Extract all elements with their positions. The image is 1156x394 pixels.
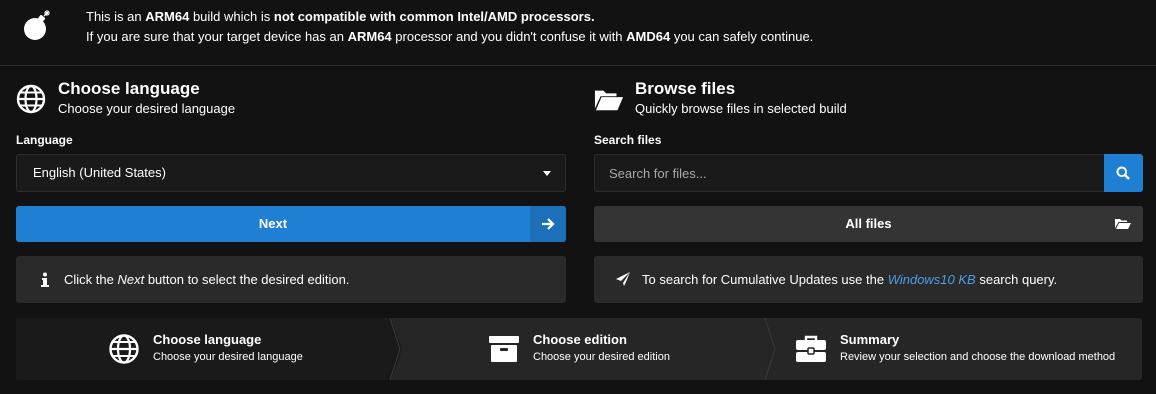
language-section: Choose language Choose your desired lang…	[16, 76, 566, 303]
arm64-warning-banner: This is an ARM64 build which is not comp…	[0, 0, 1156, 66]
warning-line-2: If you are sure that your target device …	[86, 29, 814, 44]
info-icon	[41, 272, 49, 287]
files-info-box: To search for Cumulative Updates use the…	[594, 256, 1143, 303]
step-subtitle: Choose your desired edition	[533, 351, 670, 363]
step-choose-language[interactable]: Choose language Choose your desired lang…	[16, 318, 402, 380]
language-select[interactable]: English (United States)	[16, 154, 566, 192]
search-files-label: Search files	[594, 133, 662, 147]
windows10-kb-link[interactable]: Windows10 KB	[888, 272, 976, 287]
step-summary[interactable]: Summary Review your selection and choose…	[766, 318, 1142, 380]
browse-files-subtitle: Quickly browse files in selected build	[635, 101, 847, 116]
files-info-text: To search for Cumulative Updates use the…	[642, 272, 1058, 287]
browse-files-title: Browse files	[635, 79, 736, 98]
next-button[interactable]: Next	[16, 206, 566, 242]
step-title: Summary	[840, 332, 900, 347]
step-title: Choose edition	[533, 332, 627, 347]
arrow-right-icon	[530, 206, 566, 242]
search-files-group	[594, 154, 1143, 192]
browse-files-section: Browse files Quickly browse files in sel…	[594, 76, 1143, 303]
wizard-steps: Choose language Choose your desired lang…	[16, 318, 1142, 380]
browse-files-header: Browse files Quickly browse files in sel…	[594, 76, 1143, 122]
step-subtitle: Review your selection and choose the dow…	[840, 351, 1116, 363]
search-button[interactable]	[1104, 154, 1143, 192]
search-icon	[1116, 166, 1130, 180]
folder-open-icon	[1115, 219, 1131, 229]
warning-line-1: This is an ARM64 build which is not comp…	[86, 9, 595, 24]
bomb-icon	[24, 10, 50, 40]
step-title: Choose language	[153, 332, 262, 347]
language-info-text: Click the Next button to select the desi…	[64, 272, 350, 287]
briefcase-icon	[796, 335, 826, 362]
caret-down-icon	[543, 171, 551, 176]
all-files-button[interactable]: All files	[594, 206, 1143, 242]
globe-icon	[16, 84, 46, 114]
archive-box-icon	[489, 336, 519, 362]
step-choose-edition[interactable]: Choose edition Choose your desired editi…	[391, 318, 766, 380]
language-field-label: Language	[16, 133, 73, 147]
folder-open-icon	[594, 90, 624, 111]
next-button-label: Next	[258, 216, 288, 231]
globe-icon	[109, 334, 139, 364]
language-section-subtitle: Choose your desired language	[58, 101, 236, 116]
search-files-input[interactable]	[594, 154, 1104, 192]
paper-plane-icon	[616, 272, 630, 286]
language-section-header: Choose language Choose your desired lang…	[16, 76, 566, 122]
language-info-box: Click the Next button to select the desi…	[16, 256, 566, 303]
all-files-label: All files	[845, 216, 892, 231]
step-subtitle: Choose your desired language	[153, 351, 303, 363]
language-select-value: English (United States)	[33, 165, 166, 180]
language-section-title: Choose language	[58, 79, 200, 98]
